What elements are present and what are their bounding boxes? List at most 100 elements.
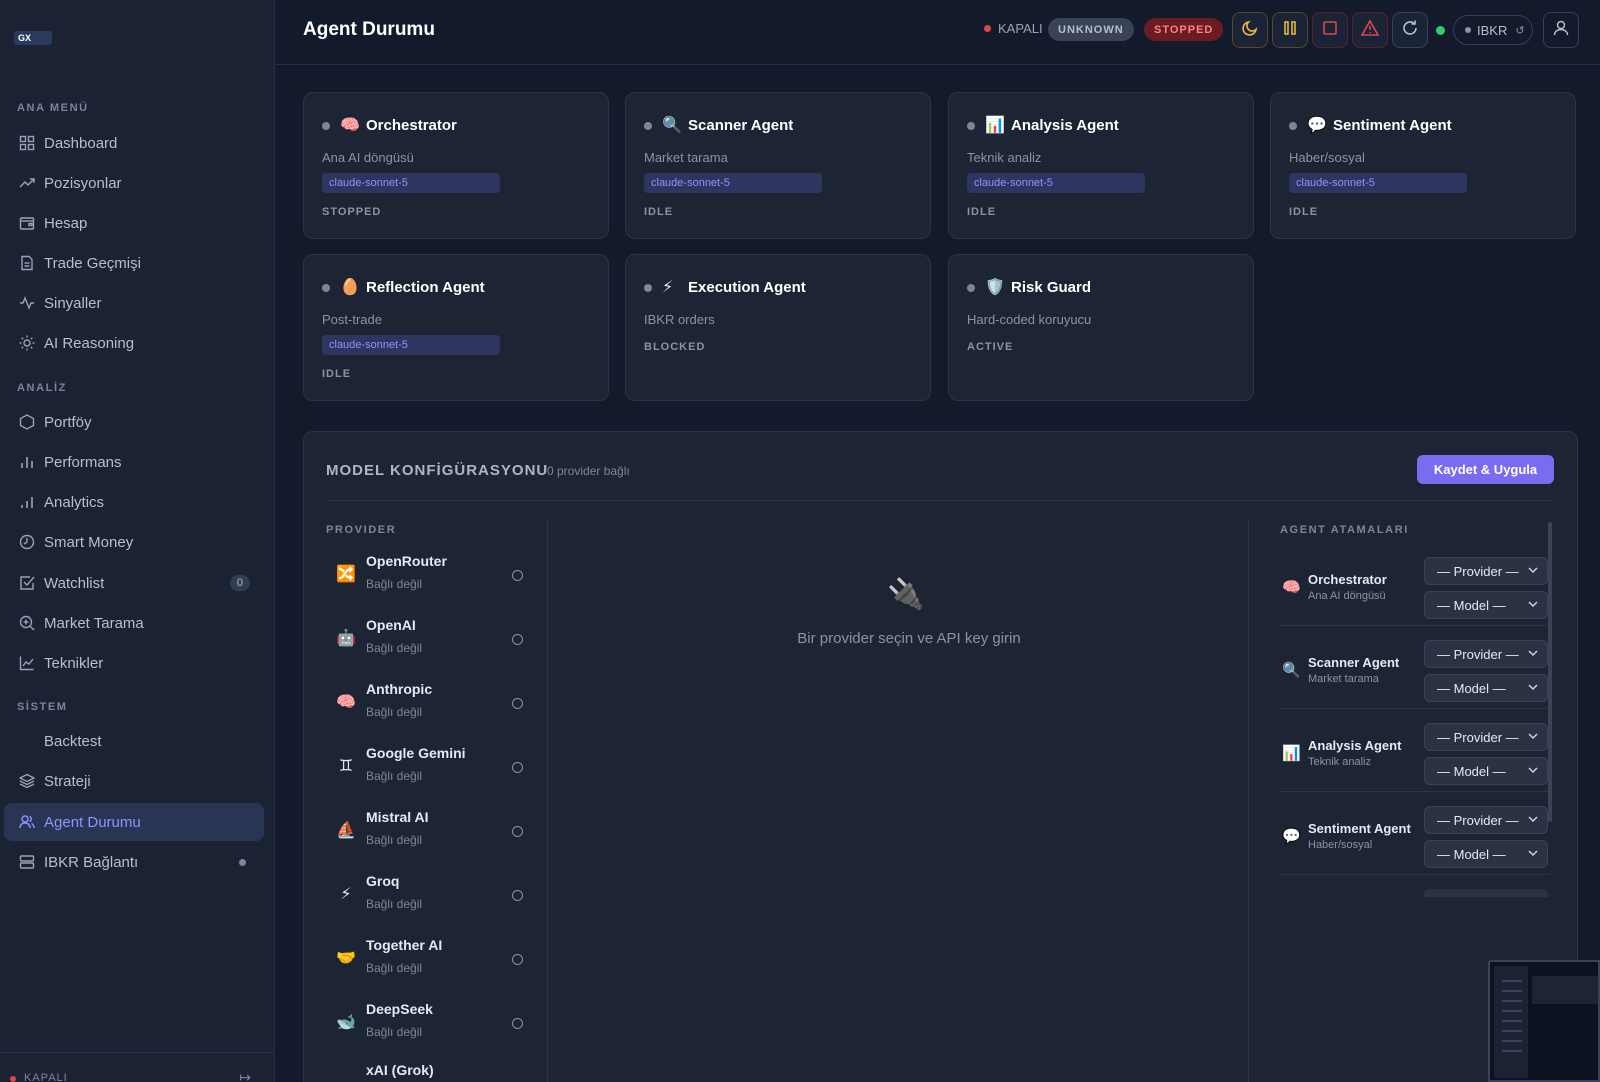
- sidebar-item-market-tarama[interactable]: Market Tarama: [4, 604, 264, 642]
- agent-card-scanner[interactable]: 🔍 Scanner Agent Market tarama claude-son…: [625, 92, 931, 239]
- assignments-scrollbar[interactable]: [1548, 522, 1552, 822]
- agent-status: BLOCKED: [644, 341, 706, 353]
- agent-status-dot: [967, 122, 975, 130]
- agent-status-dot: [967, 284, 975, 292]
- sidebar-item-agent-durumu[interactable]: Agent Durumu: [4, 803, 264, 841]
- provider-select[interactable]: [1424, 889, 1548, 897]
- lightning-icon: ⚡: [340, 886, 352, 903]
- sidebar-item-watchlist[interactable]: Watchlist 0: [4, 564, 264, 602]
- provider-select[interactable]: — Provider —: [1424, 557, 1548, 585]
- model-select[interactable]: — Model —: [1424, 674, 1548, 702]
- assignment-row-sentiment: 💬 Sentiment Agent Haber/sosyal — Provide…: [1280, 793, 1550, 875]
- sidebar-item-sinyaller[interactable]: Sinyaller: [4, 284, 264, 322]
- sidebar-item-label: Strateji: [44, 772, 91, 790]
- provider-item-openai[interactable]: 🤖 OpenAI Bağlı değil: [326, 613, 526, 671]
- agent-card-execution[interactable]: ⚡ Execution Agent IBKR orders BLOCKED: [625, 254, 931, 401]
- stop-button[interactable]: [1312, 12, 1348, 48]
- column-divider: [1248, 520, 1249, 1082]
- provider-item-openrouter[interactable]: 🔀 OpenRouter Bağlı değil: [326, 549, 526, 607]
- refresh-button[interactable]: [1392, 12, 1428, 48]
- sidebar-item-smart-money[interactable]: Smart Money: [4, 523, 264, 561]
- sidebar-item-performans[interactable]: Performans: [4, 443, 264, 481]
- gemini-icon: ♊: [338, 758, 354, 775]
- provider-radio[interactable]: [512, 570, 523, 581]
- provider-item-together[interactable]: 🤝 Together AI Bağlı değil: [326, 933, 526, 991]
- save-apply-button[interactable]: Kaydet & Uygula: [1417, 455, 1554, 484]
- provider-radio[interactable]: [512, 762, 523, 773]
- provider-item-deepseek[interactable]: 🐋 DeepSeek Bağlı değil: [326, 997, 526, 1055]
- provider-radio[interactable]: [512, 1018, 523, 1029]
- pause-button[interactable]: [1272, 12, 1308, 48]
- agent-name: Orchestrator: [366, 117, 457, 134]
- sidebar-item-trade-gecmisi[interactable]: Trade Geçmişi: [4, 244, 264, 282]
- provider-item-xai[interactable]: xAI (Grok): [326, 1058, 526, 1082]
- agent-model-tag: claude-sonnet-5: [322, 173, 500, 193]
- sidebar-item-hesap[interactable]: Hesap: [4, 204, 264, 242]
- emergency-button[interactable]: [1352, 12, 1388, 48]
- provider-item-mistral[interactable]: ⛵ Mistral AI Bağlı değil: [326, 805, 526, 863]
- provider-radio[interactable]: [512, 634, 523, 645]
- logout-icon[interactable]: ↦: [239, 1069, 251, 1082]
- provider-status: Bağlı değil: [366, 833, 423, 847]
- ibkr-connection-pill[interactable]: IBKR ↺: [1453, 15, 1533, 45]
- model-select[interactable]: — Model —: [1424, 757, 1548, 785]
- sidebar-item-ibkr-baglanti[interactable]: IBKR Bağlantı: [4, 843, 264, 881]
- sidebar-item-pozisyonlar[interactable]: Pozisyonlar: [4, 164, 264, 202]
- section-title-system: SİSTEM: [17, 701, 68, 713]
- model-select[interactable]: — Model —: [1424, 591, 1548, 619]
- provider-radio[interactable]: [512, 698, 523, 709]
- live-status-dot: [1436, 26, 1445, 35]
- assignment-row-orchestrator: 🧠 Orchestrator Ana AI döngüsü — Provider…: [1280, 544, 1550, 626]
- speech-bubble-icon: 💬: [1282, 828, 1301, 845]
- provider-name: Groq: [366, 873, 400, 889]
- users-icon: [18, 813, 36, 831]
- agent-desc: Haber/sosyal: [1289, 150, 1365, 165]
- agent-status: ACTIVE: [967, 341, 1014, 353]
- screen-preview-thumbnail[interactable]: [1488, 960, 1600, 1082]
- model-select[interactable]: — Model —: [1424, 840, 1548, 868]
- sailboat-icon: ⛵: [336, 822, 356, 839]
- agent-card-analysis[interactable]: 📊 Analysis Agent Teknik analiz claude-so…: [948, 92, 1254, 239]
- sidebar-item-teknikler[interactable]: Teknikler: [4, 644, 264, 682]
- sidebar-item-label: Market Tarama: [44, 614, 144, 632]
- provider-radio[interactable]: [512, 890, 523, 901]
- sidebar-item-backtest[interactable]: Backtest: [4, 722, 264, 760]
- theme-toggle-button[interactable]: [1232, 12, 1268, 48]
- pause-icon: [1281, 19, 1299, 42]
- provider-column-header: PROVIDER: [326, 524, 397, 536]
- agent-card-reflection[interactable]: 🥚 Reflection Agent Post-trade claude-son…: [303, 254, 609, 401]
- provider-item-google-gemini[interactable]: ♊ Google Gemini Bağlı değil: [326, 741, 526, 799]
- agent-name: Scanner Agent: [688, 117, 794, 134]
- user-menu-button[interactable]: [1543, 12, 1579, 48]
- sidebar-item-dashboard[interactable]: Dashboard: [4, 124, 264, 162]
- provider-select[interactable]: — Provider —: [1424, 723, 1548, 751]
- provider-radio[interactable]: [512, 954, 523, 965]
- agent-desc: Ana AI döngüsü: [322, 150, 414, 165]
- sidebar-item-analytics[interactable]: Analytics: [4, 483, 264, 521]
- thumbnail-main: [1532, 976, 1598, 1004]
- agent-card-orchestrator[interactable]: 🧠 Orchestrator Ana AI döngüsü claude-son…: [303, 92, 609, 239]
- assignment-agent-desc: Ana AI döngüsü: [1308, 590, 1386, 602]
- hexagon-icon: [18, 413, 36, 431]
- agent-card-risk-guard[interactable]: 🛡️ Risk Guard Hard-coded koruyucu ACTIVE: [948, 254, 1254, 401]
- sidebar-item-strateji[interactable]: Strateji: [4, 762, 264, 800]
- app-logo[interactable]: GX: [14, 31, 52, 45]
- chart-icon: 📊: [985, 117, 1005, 134]
- assignment-agent-desc: Haber/sosyal: [1308, 839, 1373, 851]
- agent-status-dot: [644, 122, 652, 130]
- provider-select[interactable]: — Provider —: [1424, 640, 1548, 668]
- search-plus-icon: [18, 614, 36, 632]
- sidebar-item-ai-reasoning[interactable]: AI Reasoning: [4, 324, 264, 362]
- provider-status: Bağlı değil: [366, 897, 423, 911]
- provider-select[interactable]: — Provider —: [1424, 806, 1548, 834]
- provider-radio[interactable]: [512, 826, 523, 837]
- sun-icon: [18, 334, 36, 352]
- assign-column-header: AGENT ATAMALARI: [1280, 524, 1409, 536]
- sidebar-item-label: Teknikler: [44, 654, 104, 672]
- provider-item-groq[interactable]: ⚡ Groq Bağlı değil: [326, 869, 526, 927]
- agent-status: IDLE: [1289, 206, 1319, 218]
- agent-card-sentiment[interactable]: 💬 Sentiment Agent Haber/sosyal claude-so…: [1270, 92, 1576, 239]
- provider-item-anthropic[interactable]: 🧠 Anthropic Bağlı değil: [326, 677, 526, 735]
- agent-status-dot: [322, 122, 330, 130]
- sidebar-item-portfoy[interactable]: Portföy: [4, 403, 264, 441]
